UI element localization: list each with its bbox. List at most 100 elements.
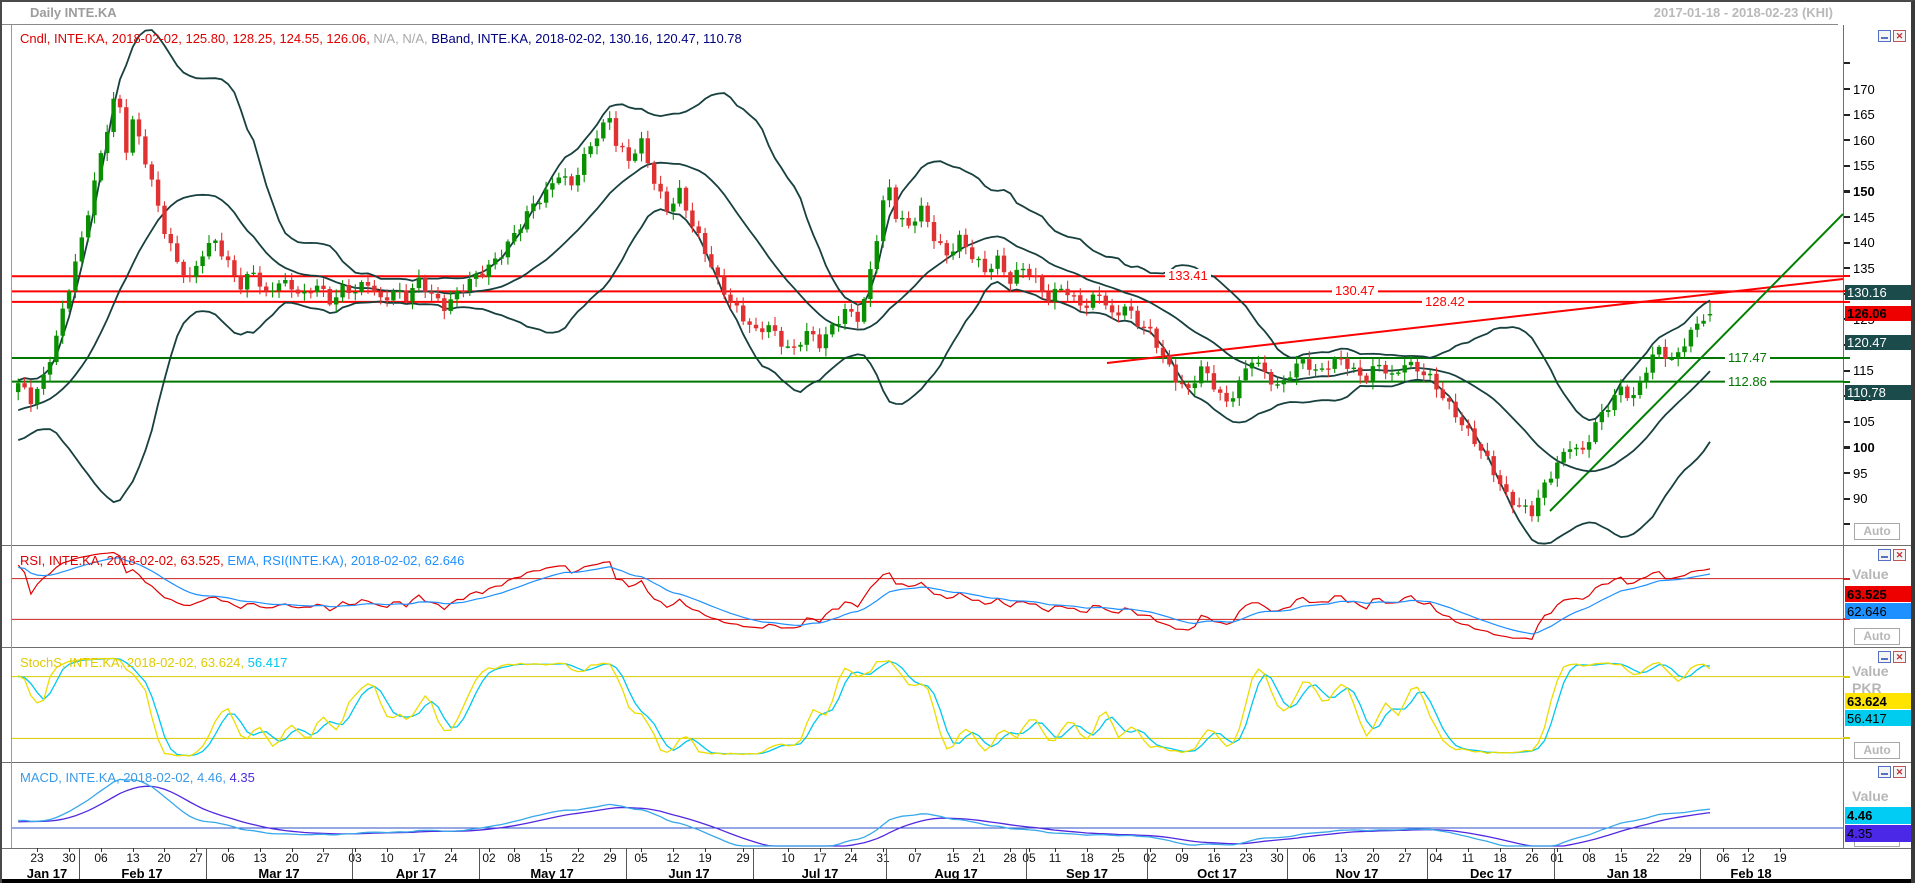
date-tick-label: 18 — [1074, 851, 1100, 865]
main-legend-part: Cndl, INTE.KA, 2018-02-02, 125.80, 128.2… — [20, 31, 373, 46]
month-separator — [479, 848, 480, 880]
date-tick-label: 03 — [342, 851, 368, 865]
tick-mark — [1844, 165, 1850, 167]
date-tick-label: 15 — [1608, 851, 1634, 865]
month-separator — [1427, 848, 1428, 880]
date-tick-label: 13 — [120, 851, 146, 865]
chart-window: Daily INTE.KA 2017-01-18 - 2018-02-23 (K… — [0, 0, 1915, 883]
price-tick-label: 105 — [1853, 414, 1875, 429]
date-tick-label: 08 — [501, 851, 527, 865]
date-tick-label: 22 — [1640, 851, 1666, 865]
window-bottom-border — [2, 879, 1911, 883]
date-tick-label: 31 — [870, 851, 896, 865]
stoch-value-box: 56.417 — [1845, 710, 1911, 726]
price-tick-label: 155 — [1853, 158, 1875, 173]
date-tick-label: 07 — [902, 851, 928, 865]
tick-mark — [1844, 472, 1850, 474]
minimize-icon[interactable] — [1878, 30, 1891, 42]
stoch-guide-tick — [1843, 676, 1850, 678]
date-tick-label: 01 — [1544, 851, 1570, 865]
month-separator — [1147, 848, 1148, 880]
date-tick-label: 08 — [1576, 851, 1602, 865]
price-tick-label: 135 — [1853, 261, 1875, 276]
month-separator — [206, 848, 207, 880]
date-tick-label: 19 — [692, 851, 718, 865]
date-tick-label: 10 — [374, 851, 400, 865]
level-label[interactable]: 133.41 — [1165, 269, 1211, 282]
date-tick-label: 02 — [1137, 851, 1163, 865]
date-tick-label: 27 — [1392, 851, 1418, 865]
level-label[interactable]: 117.47 — [1725, 351, 1770, 364]
level-tick — [1843, 275, 1850, 277]
tick-mark — [1844, 523, 1850, 525]
date-tick-label: 23 — [24, 851, 50, 865]
price-tick-label: 165 — [1853, 107, 1875, 122]
price-tick — [1844, 517, 1853, 531]
date-tick-label: 25 — [1105, 851, 1131, 865]
level-tick — [1843, 381, 1850, 383]
close-icon[interactable]: ✕ — [1893, 30, 1906, 42]
date-tick-label: 12 — [1735, 851, 1761, 865]
tick-mark — [1844, 190, 1850, 193]
main-value-box: 130.16 — [1845, 285, 1911, 300]
price-tick: 150 — [1844, 184, 1875, 198]
main-value-box: 126.06 — [1845, 306, 1911, 321]
date-tick-label: 26 — [1519, 851, 1545, 865]
minimize-icon[interactable] — [1878, 766, 1891, 778]
rsi-value-box: 62.646 — [1845, 603, 1911, 619]
month-separator — [79, 848, 80, 880]
level-label[interactable]: 128.42 — [1422, 295, 1468, 308]
price-tick-label: 90 — [1853, 491, 1867, 506]
macd-legend: MACD, INTE.KA, 2018-02-02, 4.46, 4.35 — [20, 770, 255, 785]
date-tick-label: 17 — [406, 851, 432, 865]
date-tick-label: 23 — [1233, 851, 1259, 865]
main-auto-button[interactable]: Auto — [1854, 523, 1900, 540]
price-tick: 105 — [1844, 415, 1875, 429]
price-tick: 95 — [1844, 466, 1867, 480]
level-label[interactable]: 130.47 — [1332, 284, 1378, 297]
plot-left-border — [11, 25, 12, 848]
month-separator — [1700, 848, 1701, 880]
date-tick-label: 13 — [247, 851, 273, 865]
level-tick — [1843, 357, 1850, 359]
close-icon[interactable]: ✕ — [1893, 651, 1906, 663]
price-tick: 160 — [1844, 133, 1875, 147]
date-tick-label: 20 — [151, 851, 177, 865]
price-tick: 170 — [1844, 82, 1875, 96]
price-tick: 90 — [1844, 492, 1867, 506]
date-tick-label: 29 — [1672, 851, 1698, 865]
rsi-axis-title: Value — [1852, 566, 1889, 582]
month-separator — [753, 848, 754, 880]
month-separator — [886, 848, 887, 880]
close-icon[interactable]: ✕ — [1893, 549, 1906, 561]
month-separator — [1026, 848, 1027, 880]
minimize-icon[interactable] — [1878, 549, 1891, 561]
stoch-guide-tick — [1843, 737, 1850, 739]
month-separator — [626, 848, 627, 880]
panel-separator[interactable] — [2, 545, 1911, 546]
panel-separator[interactable] — [2, 647, 1911, 648]
price-tick-label: 115 — [1853, 363, 1874, 378]
level-label[interactable]: 112.86 — [1725, 375, 1770, 388]
rsi-value-box: 63.525 — [1845, 586, 1911, 602]
macd-value-box: 4.46 — [1845, 807, 1911, 824]
main-value-box: 110.78 — [1845, 385, 1911, 400]
minimize-icon[interactable] — [1878, 651, 1891, 663]
tick-mark — [1844, 62, 1850, 64]
stoch-auto-button[interactable]: Auto — [1854, 742, 1900, 759]
date-tick-label: 15 — [533, 851, 559, 865]
main-value-box: 120.47 — [1845, 335, 1911, 350]
axis-separator — [1843, 25, 1844, 848]
rsi-legend-part: EMA, RSI(INTE.KA), 2018-02-02, 62.646 — [227, 553, 464, 568]
panel-separator[interactable] — [2, 762, 1911, 763]
date-tick-label: 24 — [838, 851, 864, 865]
date-tick-label: 09 — [1169, 851, 1195, 865]
date-tick-label: 17 — [807, 851, 833, 865]
price-tick: 135 — [1844, 261, 1875, 275]
stoch-legend-part: 56.417 — [248, 655, 288, 670]
close-icon[interactable]: ✕ — [1893, 766, 1906, 778]
macd-legend-part: 4.35 — [230, 770, 255, 785]
rsi-auto-button[interactable]: Auto — [1854, 628, 1900, 645]
macd-legend-part: MACD, INTE.KA, 2018-02-02, 4.46, — [20, 770, 230, 785]
price-tick: 115 — [1844, 364, 1874, 378]
